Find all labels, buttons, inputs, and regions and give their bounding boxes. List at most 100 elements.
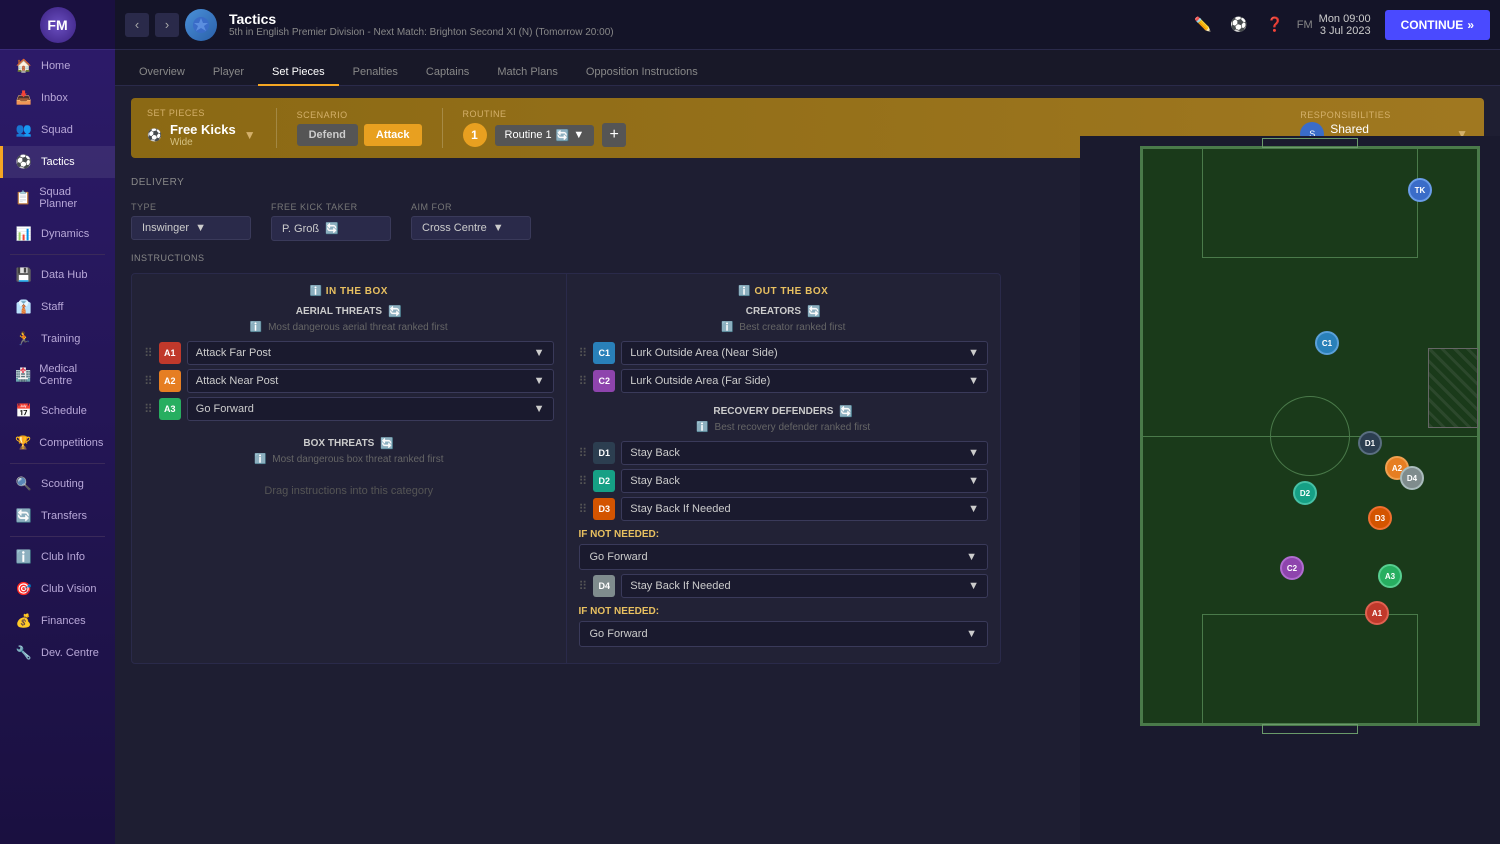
sidebar-item-home[interactable]: 🏠 Home: [0, 50, 115, 82]
instruction-dropdown-c1[interactable]: Lurk Outside Area (Near Side) ▼: [621, 341, 988, 365]
setpieces-section: SET PIECES ⚽ Free Kicks Wide ▼: [147, 108, 256, 148]
drag-handle-c1[interactable]: ⠿: [579, 346, 588, 360]
responsibilities-label: RESPONSIBILITIES: [1300, 110, 1468, 120]
hint-icon-bt: ℹ️: [254, 454, 266, 465]
aim-for-dropdown[interactable]: Cross Centre ▼: [411, 216, 531, 240]
sidebar-label-squad: Squad: [41, 124, 73, 136]
d3-if-not-value: Go Forward: [590, 551, 648, 563]
routine-number: 1: [463, 123, 487, 147]
drag-handle-a1[interactable]: ⠿: [144, 346, 153, 360]
fkt-refresh-icon: 🔄: [325, 222, 339, 235]
drag-handle-d3[interactable]: ⠿: [579, 502, 588, 516]
instruction-dropdown-a2[interactable]: Attack Near Post ▼: [187, 369, 554, 393]
instruction-dropdown-a1[interactable]: Attack Far Post ▼: [187, 341, 554, 365]
free-kicks-dropdown-btn[interactable]: ▼: [244, 128, 256, 142]
recovery-defenders-refresh-icon[interactable]: 🔄: [839, 405, 853, 418]
drag-handle-c2[interactable]: ⠿: [579, 374, 588, 388]
sidebar-item-dev-centre[interactable]: 🔧 Dev. Centre: [0, 637, 115, 669]
pitch: TK C1 A2 D4 D1 D2 D3 C2 A3 A1: [1140, 146, 1480, 726]
datetime-date: 3 Jul 2023: [1319, 25, 1371, 37]
sidebar-item-inbox[interactable]: 📥 Inbox: [0, 82, 115, 114]
tab-captains[interactable]: Captains: [412, 60, 483, 86]
sidebar: FM 🏠 Home 📥 Inbox 👥 Squad ⚽ Tactics 📋 Sq…: [0, 0, 115, 844]
free-kick-taker-value: P. Groß: [282, 223, 319, 235]
edit-icon[interactable]: ✏️: [1189, 11, 1217, 39]
attack-button[interactable]: Attack: [364, 124, 422, 146]
d4-if-not-needed: IF NOT NEEDED: Go Forward ▼: [579, 606, 989, 647]
drag-handle-d2[interactable]: ⠿: [579, 474, 588, 488]
data-hub-icon: 💾: [15, 267, 33, 283]
player-dot-c2: C2: [1280, 556, 1304, 580]
sidebar-label-club-info: Club Info: [41, 551, 85, 563]
sidebar-item-training[interactable]: 🏃 Training: [0, 323, 115, 355]
forward-button[interactable]: ›: [155, 13, 179, 37]
defend-button[interactable]: Defend: [297, 124, 358, 146]
tab-overview[interactable]: Overview: [125, 60, 199, 86]
instruction-dropdown-d4[interactable]: Stay Back If Needed ▼: [621, 574, 988, 598]
tab-penalties[interactable]: Penalties: [339, 60, 412, 86]
type-dropdown[interactable]: Inswinger ▼: [131, 216, 251, 240]
sidebar-item-medical[interactable]: 🏥 Medical Centre: [0, 355, 115, 395]
tab-set-pieces[interactable]: Set Pieces: [258, 60, 339, 86]
sidebar-item-scouting[interactable]: 🔍 Scouting: [0, 468, 115, 500]
finances-icon: 💰: [15, 613, 33, 629]
sidebar-item-squad-planner[interactable]: 📋 Squad Planner: [0, 178, 115, 218]
sidebar-label-staff: Staff: [41, 301, 63, 313]
sidebar-item-data-hub[interactable]: 💾 Data Hub: [0, 259, 115, 291]
help-icon[interactable]: ❓: [1261, 11, 1289, 39]
drag-handle-d1[interactable]: ⠿: [579, 446, 588, 460]
badge-c1: C1: [593, 342, 615, 364]
badge-d1: D1: [593, 442, 615, 464]
sidebar-item-competitions[interactable]: 🏆 Competitions: [0, 427, 115, 459]
datetime-area: Mon 09:00 3 Jul 2023: [1319, 13, 1371, 37]
player-dot-d1: D1: [1358, 431, 1382, 455]
instruction-dropdown-a3[interactable]: Go Forward ▼: [187, 397, 554, 421]
drag-handle-a2[interactable]: ⠿: [144, 374, 153, 388]
instruction-row-c2: ⠿ C2 Lurk Outside Area (Far Side) ▼: [579, 369, 989, 393]
d4-if-not-dropdown[interactable]: Go Forward ▼: [579, 621, 989, 647]
sidebar-item-transfers[interactable]: 🔄 Transfers: [0, 500, 115, 532]
drag-handle-d4[interactable]: ⠿: [579, 579, 588, 593]
sidebar-item-dynamics[interactable]: 📊 Dynamics: [0, 218, 115, 250]
chevron-down-icon: ▼: [573, 129, 584, 141]
box-threats-refresh-icon[interactable]: 🔄: [380, 437, 394, 450]
instruction-dropdown-c2[interactable]: Lurk Outside Area (Far Side) ▼: [621, 369, 988, 393]
add-routine-button[interactable]: +: [602, 123, 626, 147]
drag-handle-a3[interactable]: ⠿: [144, 402, 153, 416]
instruction-dropdown-d2[interactable]: Stay Back ▼: [621, 469, 988, 493]
routine-area: 1 Routine 1 🔄 ▼ +: [463, 123, 627, 147]
tab-player[interactable]: Player: [199, 60, 258, 86]
squad-planner-icon: 📋: [15, 190, 31, 206]
routine-selector[interactable]: Routine 1 🔄 ▼: [495, 125, 595, 146]
help-tactics-icon[interactable]: ⚽: [1225, 11, 1253, 39]
squad-icon: 👥: [15, 122, 33, 138]
aerial-threats-refresh-icon[interactable]: 🔄: [388, 305, 402, 318]
sidebar-item-finances[interactable]: 💰 Finances: [0, 605, 115, 637]
sidebar-item-squad[interactable]: 👥 Squad: [0, 114, 115, 146]
instruction-row-c1: ⠿ C1 Lurk Outside Area (Near Side) ▼: [579, 341, 989, 365]
nav-tabs: Overview Player Set Pieces Penalties Cap…: [115, 50, 1500, 86]
badge-a3: A3: [159, 398, 181, 420]
instruction-dropdown-d1[interactable]: Stay Back ▼: [621, 441, 988, 465]
instruction-value-c2: Lurk Outside Area (Far Side): [630, 375, 770, 387]
sidebar-item-tactics[interactable]: ⚽ Tactics: [0, 146, 115, 178]
sidebar-item-schedule[interactable]: 📅 Schedule: [0, 395, 115, 427]
back-button[interactable]: ‹: [125, 13, 149, 37]
creators-refresh-icon[interactable]: 🔄: [807, 305, 821, 318]
d3-if-not-needed: IF NOT NEEDED: Go Forward ▼: [579, 529, 989, 570]
page-title: Tactics: [229, 11, 1183, 27]
sidebar-item-club-info[interactable]: ℹ️ Club Info: [0, 541, 115, 573]
continue-button[interactable]: CONTINUE »: [1385, 10, 1490, 40]
d3-if-not-dropdown[interactable]: Go Forward ▼: [579, 544, 989, 570]
scenario-buttons: Defend Attack: [297, 124, 422, 146]
tab-match-plans[interactable]: Match Plans: [483, 60, 572, 86]
instructions-columns: ℹ️ IN THE BOX AERIAL THREATS 🔄 ℹ️ Most d…: [131, 273, 1001, 664]
sidebar-label-squad-planner: Squad Planner: [39, 186, 103, 210]
sidebar-label-dev-centre: Dev. Centre: [41, 647, 99, 659]
free-kick-taker-dropdown[interactable]: P. Groß 🔄: [271, 216, 391, 241]
goal-top: [1262, 138, 1358, 148]
sidebar-item-staff[interactable]: 👔 Staff: [0, 291, 115, 323]
instruction-dropdown-d3[interactable]: Stay Back If Needed ▼: [621, 497, 988, 521]
sidebar-item-club-vision[interactable]: 🎯 Club Vision: [0, 573, 115, 605]
tab-opposition-instructions[interactable]: Opposition Instructions: [572, 60, 712, 86]
